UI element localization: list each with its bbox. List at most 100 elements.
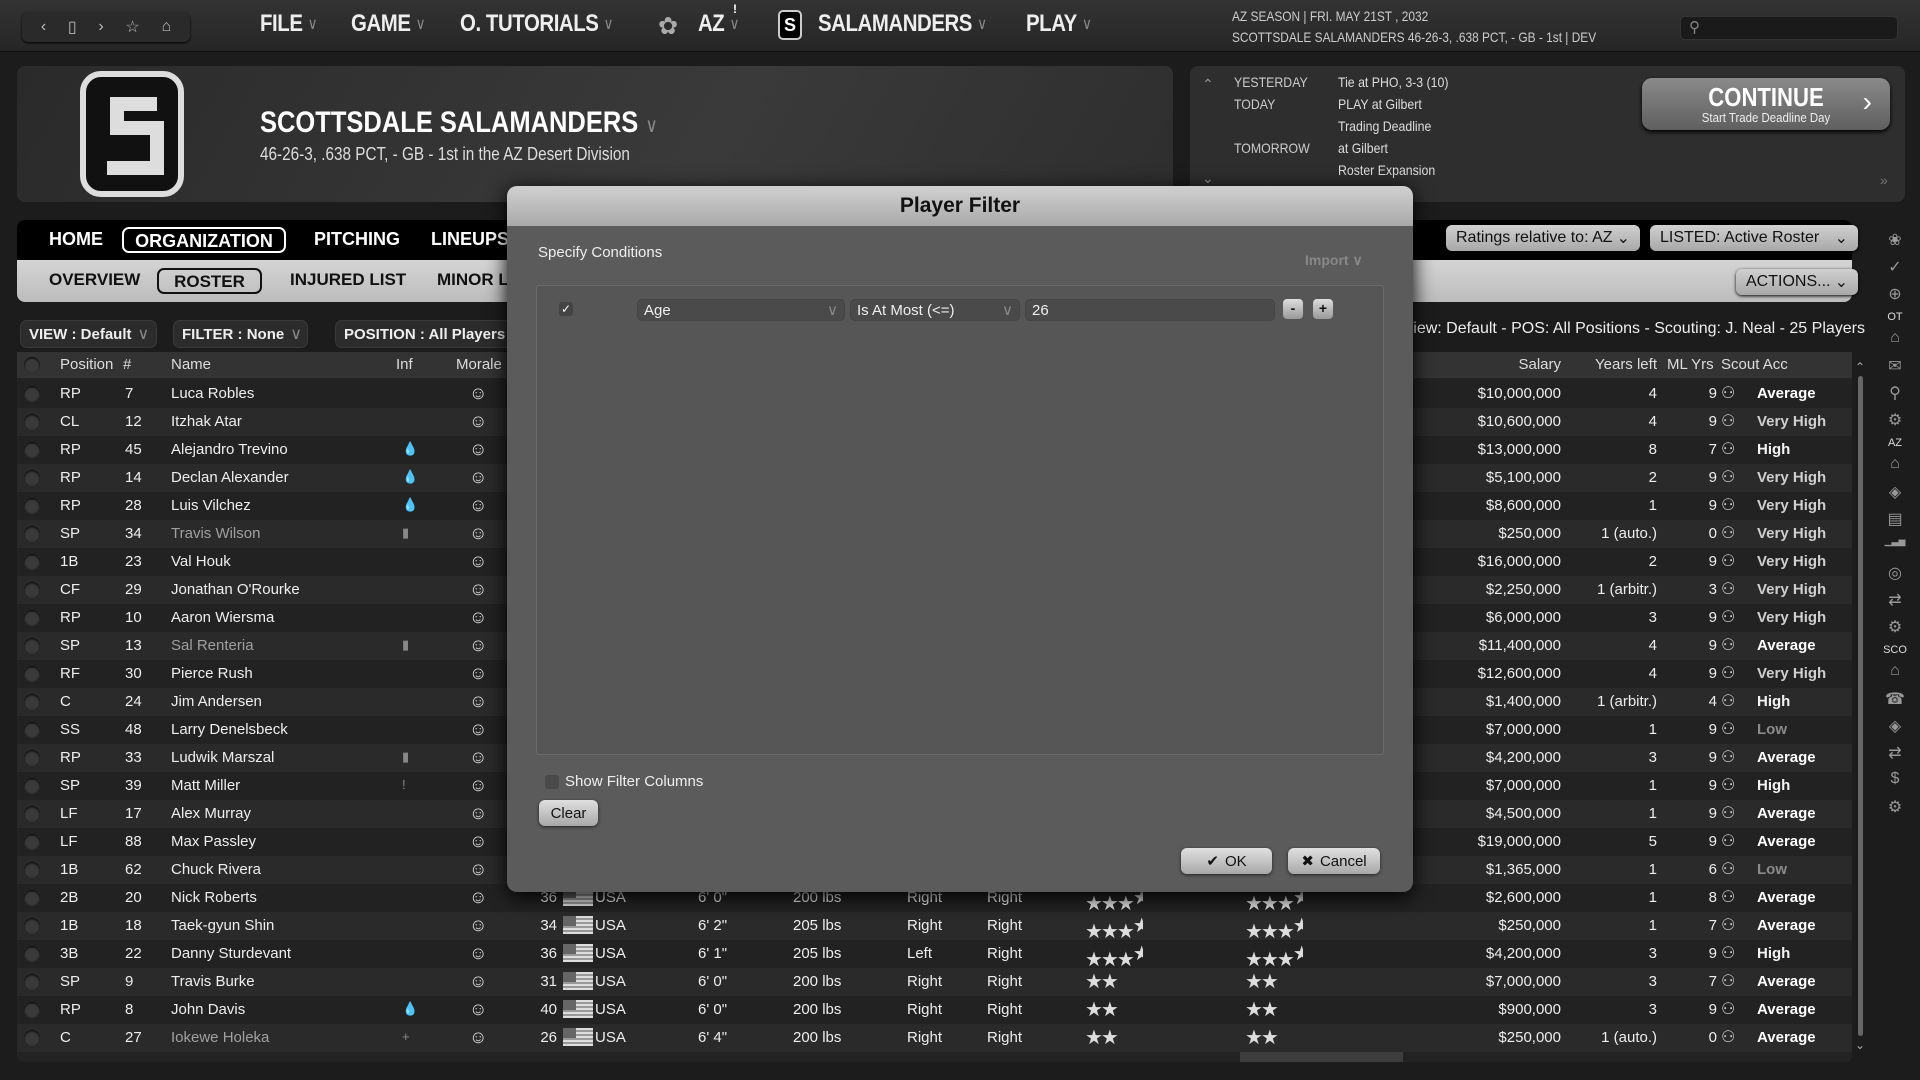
player-name[interactable]: Travis Wilson [171,525,260,542]
tab-lineups[interactable]: LINEUPS [421,227,519,253]
player-name[interactable]: Luca Robles [171,385,254,402]
listed-dropdown[interactable]: LISTED: Active Roster ⌄ [1650,225,1858,251]
star-icon[interactable]: ☆ [125,17,139,37]
window-icon[interactable]: ▯ [68,17,77,37]
scout-icon[interactable]: ☎ [1870,689,1920,716]
player-name[interactable]: Matt Miller [171,777,240,794]
chevron-up-icon[interactable]: ⌃ [1202,76,1214,93]
row-select-radio[interactable] [24,918,40,934]
subtab-roster[interactable]: ROSTER [157,268,262,294]
row-select-radio[interactable] [24,750,40,766]
row-select-radio[interactable] [24,946,40,962]
row-select-radio[interactable] [24,610,40,626]
table-row[interactable]: RP 8 John Davis 💧 ☺ 40 USA 6' 0" 200 lbs Right Rig… [17,996,1852,1024]
import-dropdown[interactable]: Import ∨ [1305,252,1363,269]
player-name[interactable]: Taek-gyun Shin [171,917,274,934]
player-name[interactable]: Iokewe Holeka [171,1029,269,1046]
player-name[interactable]: Ludwik Marszal [171,749,274,766]
player-name[interactable]: Pierce Rush [171,665,253,682]
scroll-down-icon[interactable]: ⌄ [1855,1038,1865,1052]
row-select-radio[interactable] [24,1002,40,1018]
field-dropdown[interactable]: Age ∨ [637,299,845,321]
operator-dropdown[interactable]: Is At Most (<=) ∨ [850,299,1020,321]
home-icon[interactable]: ⌂ [1870,662,1920,689]
row-select-radio[interactable] [24,414,40,430]
chevron-down-icon[interactable]: ⌄ [1202,170,1214,187]
trade-icon[interactable]: ⇄ [1870,590,1920,617]
col-number[interactable]: # [123,356,131,373]
tab-organization[interactable]: ORGANIZATION [122,227,286,253]
menu-salamanders[interactable]: SALAMANDERS ∨ [818,10,987,38]
home-icon[interactable]: ⌂ [1870,455,1920,482]
player-name[interactable]: Max Passley [171,833,256,850]
remove-condition-button[interactable]: - [1283,299,1303,319]
home-icon[interactable]: ⌂ [1870,329,1920,356]
ratings-dropdown[interactable]: Ratings relative to: AZ ⌄ [1446,225,1640,251]
row-select-radio[interactable] [24,526,40,542]
row-select-radio[interactable] [24,498,40,514]
select-all-radio[interactable] [24,357,40,373]
scrollbar[interactable]: ⌃ ⌄ [1855,360,1865,1060]
menu-tutorials[interactable]: O. TUTORIALS ∨ [460,10,614,38]
gear-icon[interactable]: ⚙ [1870,410,1920,437]
id-card-icon[interactable]: ▤ [1870,509,1920,536]
col-inf[interactable]: Inf [396,356,413,373]
menu-file[interactable]: FILE ∨ [260,10,318,38]
subtab-minor-leagues[interactable]: MINOR L [427,268,519,294]
show-filter-columns-checkbox[interactable] [545,775,559,789]
player-name[interactable]: John Davis [171,1001,245,1018]
row-select-radio[interactable] [24,554,40,570]
player-name[interactable]: Declan Alexander [171,469,289,486]
search-input[interactable]: ⚲ [1680,16,1898,40]
table-row[interactable]: 3B 22 Danny Sturdevant ☺ 36 USA 6' 1" 205 lbs Le… [17,940,1852,971]
value-input[interactable]: 26 [1025,299,1275,321]
gear-icon[interactable]: ⚙ [1870,617,1920,644]
player-name[interactable]: Val Houk [171,553,231,570]
row-select-radio[interactable] [24,666,40,682]
row-select-radio[interactable] [24,806,40,822]
player-name[interactable]: Aaron Wiersma [171,609,274,626]
home-icon[interactable]: ⌂ [161,18,171,36]
subtab-injured-list[interactable]: INJURED LIST [280,268,416,294]
player-name[interactable]: Alejandro Trevino [171,441,288,458]
player-name[interactable]: Luis Vilchez [171,497,251,514]
row-select-radio[interactable] [24,694,40,710]
lightbulb-icon[interactable]: ❀ [1870,230,1920,257]
row-select-radio[interactable] [24,1030,40,1046]
scroll-up-icon[interactable]: ⌃ [1855,360,1865,374]
player-name[interactable]: Chuck Rivera [171,861,261,878]
scroll-thumb[interactable] [1857,376,1863,1036]
row-select-radio[interactable] [24,862,40,878]
row-select-radio[interactable] [24,582,40,598]
player-name[interactable]: Danny Sturdevant [171,945,291,962]
row-select-radio[interactable] [24,386,40,402]
player-name[interactable]: Jim Andersen [171,693,262,710]
expand-icon[interactable]: » [1880,172,1888,188]
row-select-radio[interactable] [24,778,40,794]
tab-home[interactable]: HOME [39,227,113,253]
view-dropdown[interactable]: VIEW : Default ∨ [20,320,157,348]
row-select-radio[interactable] [24,974,40,990]
col-years-left[interactable]: Years left [1567,356,1657,373]
ok-button[interactable]: ✔ OK [1181,848,1272,874]
player-name[interactable]: Travis Burke [171,973,255,990]
forward-icon[interactable]: › [98,18,103,36]
table-row[interactable]: SP 9 Travis Burke ☺ 31 USA 6' 0" 200 lbs Right Ri… [17,968,1852,996]
player-name[interactable]: Larry Denelsbeck [171,721,288,738]
trade-icon[interactable]: ⇄ [1870,743,1920,770]
filter-dropdown[interactable]: FILTER : None ∨ [173,320,308,348]
col-scout-acc[interactable]: Scout Acc [1721,356,1788,373]
row-select-radio[interactable] [24,470,40,486]
back-icon[interactable]: ‹ [41,18,46,36]
mail-icon[interactable]: ✉ [1870,356,1920,383]
row-select-radio[interactable] [24,890,40,906]
actions-dropdown[interactable]: ACTIONS... ⌄ [1736,269,1858,295]
col-ml-yrs[interactable]: ML Yrs [1667,356,1714,373]
dollar-icon[interactable]: $ [1870,770,1920,797]
player-name[interactable]: Alex Murray [171,805,251,822]
table-row[interactable]: 1B 18 Taek-gyun Shin ☺ 34 USA 6' 2" 205 lbs Righ… [17,912,1852,943]
table-row[interactable]: C 27 Iokewe Holeka + ☺ 26 USA 6' 4" 200 lbs Right… [17,1024,1852,1052]
bar-chart-icon[interactable]: ▁▃▅ [1870,536,1920,563]
player-name[interactable]: Sal Renteria [171,637,254,654]
add-condition-button[interactable]: + [1313,299,1333,319]
